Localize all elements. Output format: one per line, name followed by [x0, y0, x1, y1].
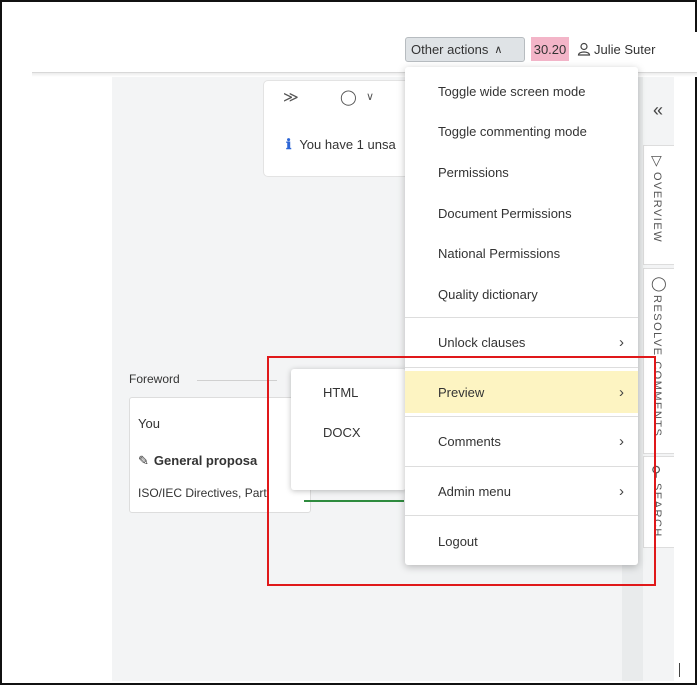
tab-overview-label: OVERVIEW	[651, 172, 663, 244]
menu-item-label: Quality dictionary	[438, 286, 538, 302]
tab-resolve-comments-label: RESOLVE COMMENTS	[651, 295, 663, 438]
menu-item-label: Unlock clauses	[438, 334, 526, 350]
menu-item-label: Logout	[438, 533, 478, 549]
section-heading: Foreword	[129, 372, 180, 386]
filter-icon: ▽	[651, 152, 662, 168]
menu-item-permissions[interactable]: Permissions	[405, 152, 638, 192]
menu-item-national-permissions[interactable]: National Permissions	[405, 233, 638, 273]
menu-separator	[405, 515, 638, 516]
divider	[197, 380, 277, 381]
menu-separator	[405, 466, 638, 467]
menu-item-label: Preview	[438, 384, 485, 400]
menu-item-label: Document Permissions	[438, 205, 572, 221]
double-chevron-down-icon[interactable]: ≫	[283, 88, 299, 106]
comment-card[interactable]: You ✎ General proposa ISO/IEC Directives,…	[129, 397, 311, 513]
submenu-item-docx[interactable]: DOCX	[323, 425, 361, 440]
chevron-right-icon: ›	[619, 333, 624, 351]
proposal-label: General proposa	[153, 453, 258, 468]
chevron-right-icon: ›	[619, 482, 624, 500]
status-underline	[304, 500, 404, 502]
submenu-item-html[interactable]: HTML	[323, 385, 358, 400]
comment-icon: ◯	[651, 275, 667, 291]
other-actions-label: Other actions	[411, 42, 489, 57]
menu-separator	[405, 416, 638, 417]
text-cursor	[679, 663, 680, 677]
user-icon	[577, 42, 591, 56]
menu-item-comments[interactable]: Comments ›	[405, 421, 638, 461]
tab-search[interactable]: ⚲ SEARCH	[643, 456, 674, 548]
menu-item-admin-menu[interactable]: Admin menu ›	[405, 471, 638, 511]
menu-item-preview[interactable]: Preview ›	[405, 371, 638, 413]
comment-icon[interactable]: ◯	[340, 88, 357, 106]
menu-item-document-permissions[interactable]: Document Permissions	[405, 193, 638, 233]
reference-text: ISO/IEC Directives, Part	[138, 486, 267, 500]
menu-separator	[405, 367, 638, 368]
proposal-title: ✎ General proposa	[138, 453, 257, 469]
tab-resolve-comments[interactable]: ◯ RESOLVE COMMENTS	[643, 268, 674, 454]
user-menu[interactable]: Julie Suter	[577, 37, 655, 61]
menu-item-label: Toggle wide screen mode	[438, 83, 586, 99]
menu-item-logout[interactable]: Logout	[405, 521, 638, 561]
chevron-down-icon[interactable]: ∨	[366, 90, 374, 103]
collapse-panel-icon[interactable]: «	[653, 100, 663, 121]
menu-item-toggle-commenting[interactable]: Toggle commenting mode	[405, 111, 638, 151]
menu-item-label: Comments	[438, 433, 501, 449]
menu-item-label: Toggle commenting mode	[438, 123, 587, 139]
user-name: Julie Suter	[594, 41, 656, 57]
other-actions-button[interactable]: Other actions ∧	[405, 37, 525, 62]
comment-author: You	[138, 416, 160, 431]
menu-item-toggle-wide-screen[interactable]: Toggle wide screen mode	[405, 71, 638, 111]
edit-icon: ✎	[138, 453, 149, 468]
other-actions-menu: Toggle wide screen mode Toggle commentin…	[405, 67, 638, 565]
unsaved-notice: ℹ You have 1 unsa	[286, 136, 396, 153]
preview-submenu: HTML DOCX	[291, 369, 406, 490]
menu-item-label: National Permissions	[438, 245, 561, 261]
tab-search-label: SEARCH	[651, 483, 663, 538]
menu-item-label: Admin menu	[438, 483, 511, 499]
chevron-right-icon: ›	[619, 432, 624, 450]
chevron-up-icon: ∧	[494, 44, 503, 56]
unsaved-text: You have 1 unsa	[299, 137, 396, 152]
menu-item-label: Permissions	[438, 164, 509, 180]
tab-overview[interactable]: ▽ OVERVIEW	[643, 145, 674, 265]
menu-separator	[405, 317, 638, 318]
info-icon: ℹ	[286, 136, 292, 152]
chevron-right-icon: ›	[619, 383, 624, 401]
search-icon: ⚲	[651, 463, 662, 479]
menu-item-unlock-clauses[interactable]: Unlock clauses ›	[405, 322, 638, 362]
session-timer: 30.20	[531, 37, 569, 61]
menu-item-quality-dictionary[interactable]: Quality dictionary	[405, 274, 638, 314]
